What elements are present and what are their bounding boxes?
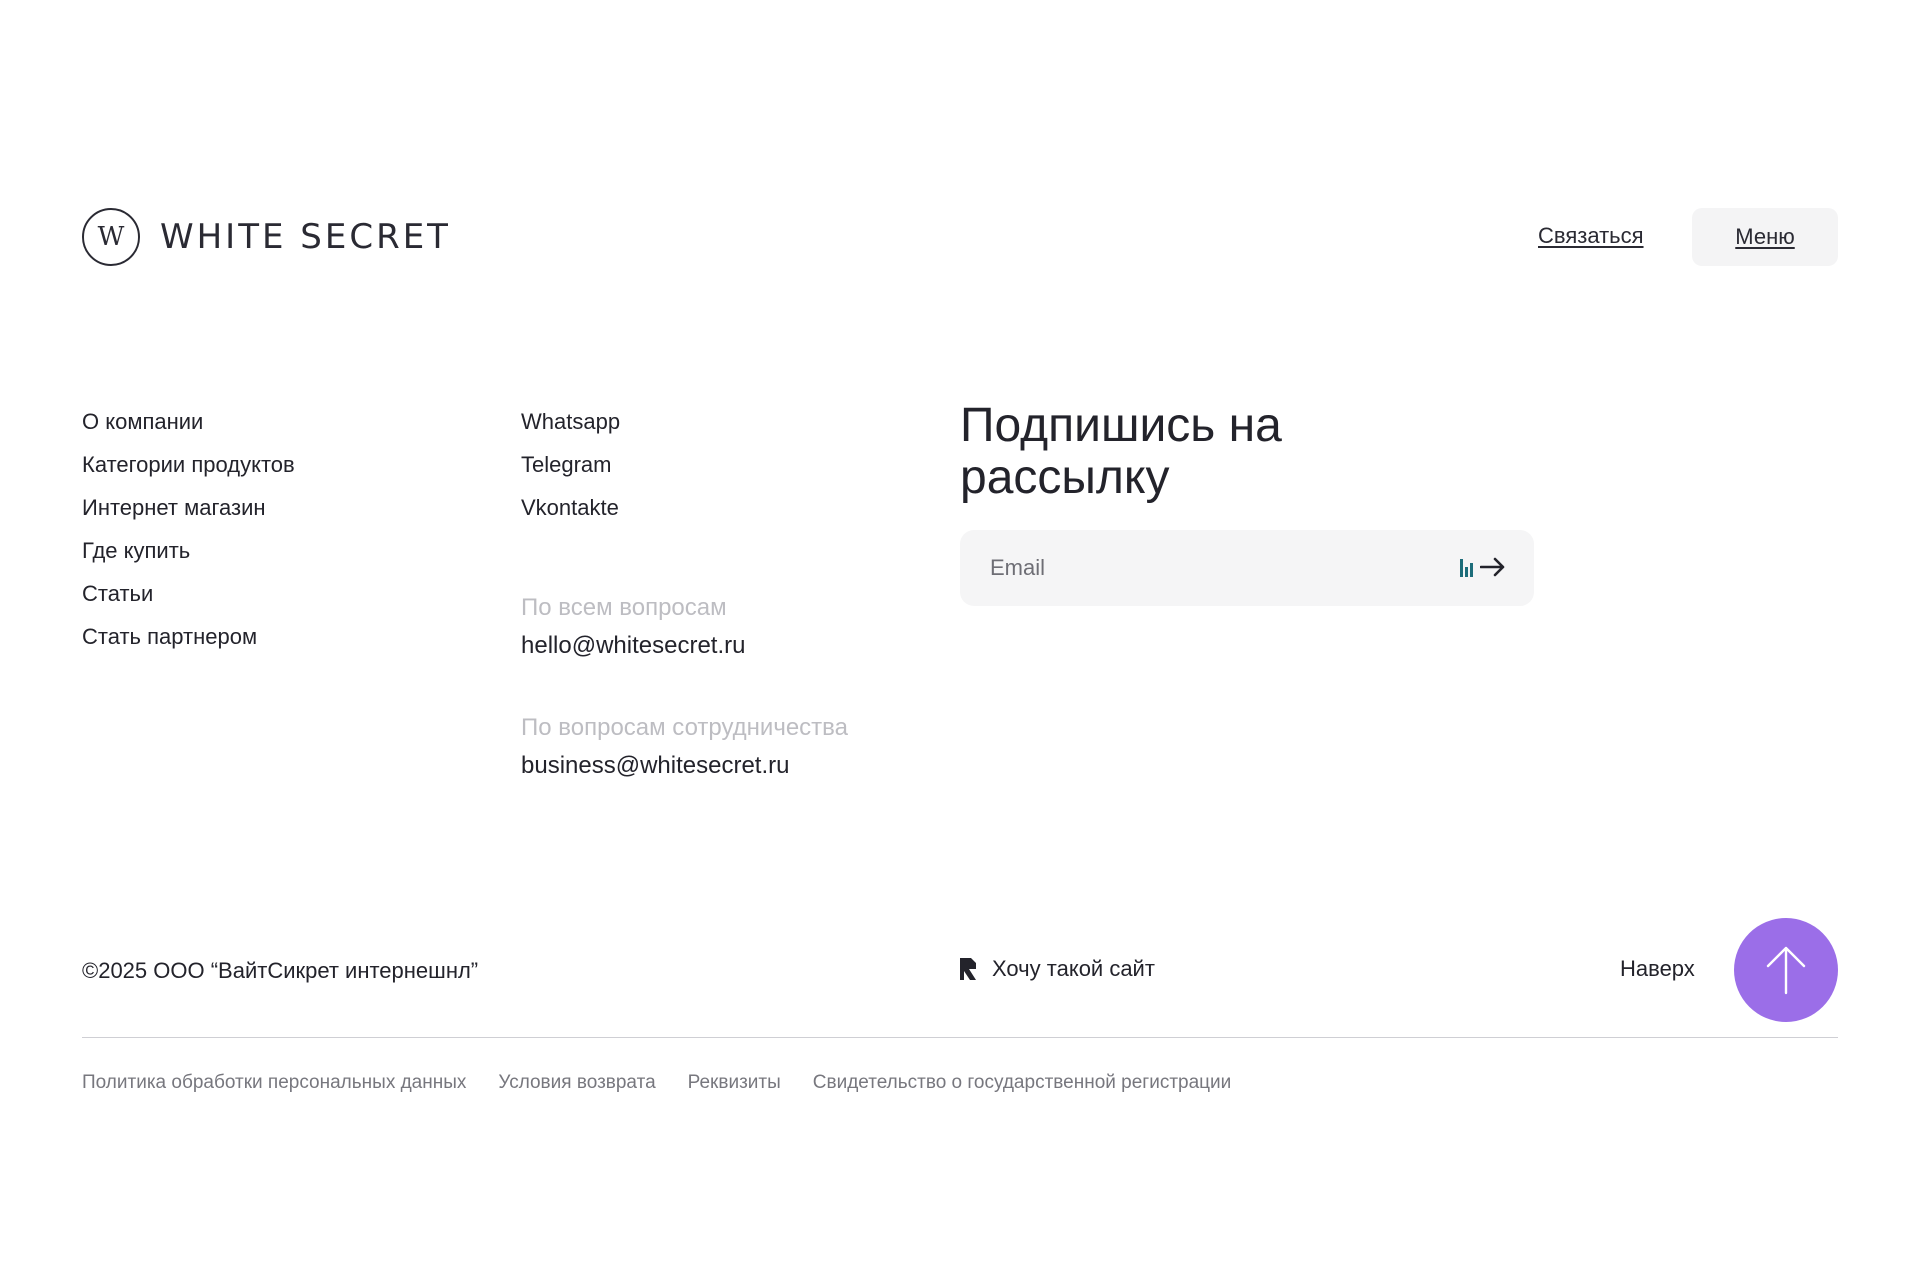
email-link-hello[interactable]: hello@whitesecret.ru (521, 631, 848, 661)
logo-text: WHITE SECRET (160, 217, 451, 257)
contact-business: По вопросам сотрудничества business@whit… (521, 713, 848, 781)
footer-bottom-row: ©2025 ООО “ВайтСикрет интернешнл” Хочу т… (82, 918, 1838, 1024)
nav-item-categories[interactable]: Категории продуктов (82, 443, 295, 486)
subscribe-title: Подпишись на рассылку (960, 399, 1282, 504)
contact-link[interactable]: Связаться (1538, 223, 1644, 249)
legal-link-returns[interactable]: Условия возврата (498, 1072, 655, 1094)
contact-label: По вопросам сотрудничества (521, 714, 848, 741)
footer-divider (82, 1037, 1838, 1038)
scroll-to-top-button[interactable] (1734, 918, 1838, 1022)
newsletter-subscribe: Подпишись на рассылку (960, 400, 1534, 606)
contact-general: По всем вопросам hello@whitesecret.ru (521, 593, 848, 661)
nav-item-become-partner[interactable]: Стать партнером (82, 615, 295, 658)
legal-link-registration[interactable]: Свидетельство о государственной регистра… (813, 1072, 1232, 1094)
menu-button[interactable]: Меню (1692, 208, 1838, 266)
made-by-label: Хочу такой сайт (992, 956, 1155, 981)
logo[interactable]: W WHITE SECRET (82, 208, 451, 266)
nav-item-shop[interactable]: Интернет магазин (82, 486, 295, 529)
contact-label: По всем вопросам (521, 594, 727, 621)
to-top-label[interactable]: Наверх (1620, 956, 1695, 982)
legal-links: Политика обработки персональных данных У… (82, 1072, 1231, 1094)
nav-item-about[interactable]: О компании (82, 400, 295, 443)
legal-link-requisites[interactable]: Реквизиты (688, 1072, 781, 1094)
copyright-text: ©2025 ООО “ВайтСикрет интернешнл” (82, 958, 479, 983)
social-contacts: Whatsapp Telegram Vkontakte По всем вопр… (521, 400, 848, 781)
email-link-business[interactable]: business@whitesecret.ru (521, 751, 848, 781)
studio-logo-icon (960, 958, 976, 980)
legal-link-privacy[interactable]: Политика обработки персональных данных (82, 1072, 466, 1094)
nav-item-where-to-buy[interactable]: Где купить (82, 529, 295, 572)
email-field-wrapper (960, 530, 1534, 606)
autofill-extension-icon[interactable] (1460, 559, 1473, 577)
nav-item-articles[interactable]: Статьи (82, 572, 295, 615)
logo-mark-icon: W (82, 208, 140, 266)
made-by-link[interactable]: Хочу такой сайт (958, 956, 1155, 982)
email-input[interactable] (990, 530, 1430, 606)
subscribe-submit-arrow-icon[interactable] (1479, 552, 1506, 584)
site-header: W WHITE SECRET Связаться Меню (82, 208, 1838, 268)
social-link-vkontakte[interactable]: Vkontakte (521, 486, 848, 529)
social-link-whatsapp[interactable]: Whatsapp (521, 400, 848, 443)
arrow-up-icon (1766, 946, 1806, 995)
footer-nav: О компании Категории продуктов Интернет … (82, 400, 295, 658)
social-link-telegram[interactable]: Telegram (521, 443, 848, 486)
